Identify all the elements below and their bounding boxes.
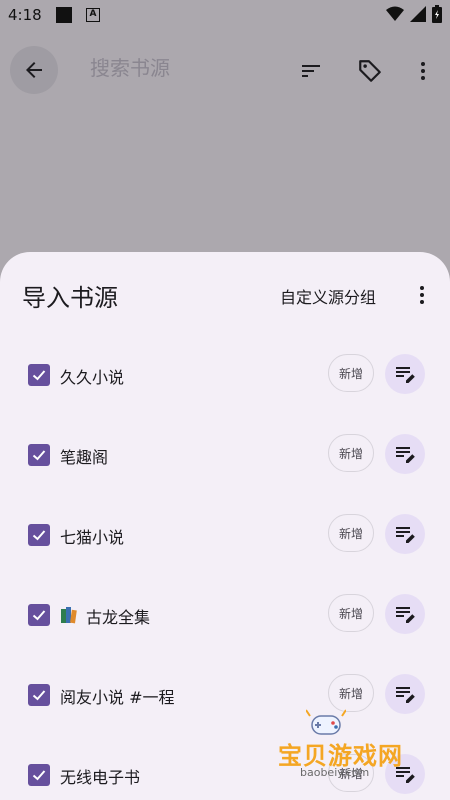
status-time: 4:18 [8,6,42,24]
item-checkbox[interactable] [28,364,50,386]
group-filter-button[interactable] [355,56,385,86]
item-label: 七猫小说 [60,528,125,547]
item-checkbox[interactable] [28,604,50,626]
edit-source-button[interactable] [385,594,425,634]
status-badge: 新增 [328,594,374,632]
edit-source-button[interactable] [385,514,425,554]
books-icon [61,607,77,624]
more-vert-icon [420,286,424,304]
wifi-icon [386,6,404,21]
gamepad-icon [306,709,346,735]
more-button[interactable] [408,56,438,86]
signal-icon [410,6,426,22]
check-icon [32,450,46,461]
battery-icon [432,5,442,23]
app-notification-icon: A [86,8,100,22]
list-item: 笔趣阁 新增 [0,426,450,486]
watermark: 宝贝游戏网 baobeiy.com [270,708,450,798]
notification-icon [56,7,72,23]
item-label: 无线电子书 [60,768,141,787]
item-checkbox[interactable] [28,684,50,706]
list-item: 久久小说 新增 [0,346,450,406]
arrow-back-icon [26,62,42,78]
edit-note-icon [396,527,415,543]
item-label: 古龙全集 [86,608,151,627]
system-icons [386,5,442,23]
sort-button[interactable] [296,56,326,86]
watermark-url: baobeiy.com [300,766,370,779]
list-item: 古龙全集 新增 [0,586,450,646]
status-badge: 新增 [328,354,374,392]
search-input[interactable] [90,56,280,80]
item-label: 阅友小说 #一程 [60,688,175,707]
item-checkbox[interactable] [28,524,50,546]
status-badge: 新增 [328,674,374,712]
item-label: 笔趣阁 [60,448,109,467]
item-checkbox[interactable] [28,764,50,786]
edit-source-button[interactable] [385,354,425,394]
custom-group-button[interactable]: 自定义源分组 [280,284,376,308]
back-button[interactable] [10,46,58,94]
check-icon [32,610,46,621]
status-badge: 新增 [328,514,374,552]
check-icon [32,370,46,381]
top-app-bar [0,30,450,110]
edit-note-icon [396,367,415,383]
check-icon [32,530,46,541]
edit-note-icon [396,687,415,703]
edit-source-button[interactable] [385,434,425,474]
edit-note-icon [396,447,415,463]
sheet-more-button[interactable] [410,282,434,308]
more-vert-icon [421,62,425,80]
status-badge: 新增 [328,434,374,472]
tag-icon [359,60,381,82]
sort-icon [302,65,320,77]
item-checkbox[interactable] [28,444,50,466]
check-icon [32,690,46,701]
item-label: 久久小说 [60,368,125,387]
edit-note-icon [396,607,415,623]
list-item: 七猫小说 新增 [0,506,450,566]
sheet-title: 导入书源 [22,284,118,312]
check-icon [32,770,46,781]
status-bar: 4:18 A [0,0,450,30]
